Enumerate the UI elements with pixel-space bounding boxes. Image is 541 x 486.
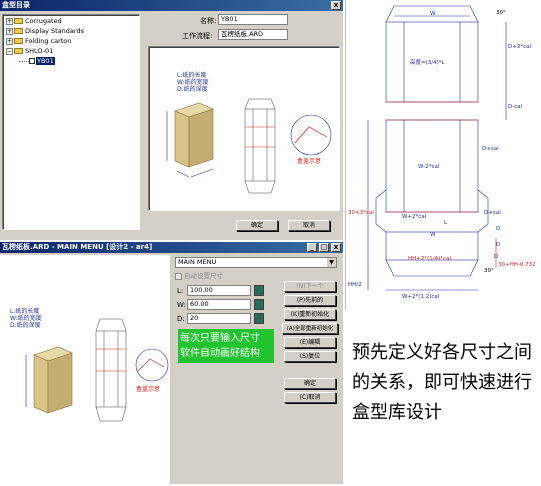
calculator-icon[interactable] bbox=[254, 299, 264, 310]
box-file-icon bbox=[29, 58, 35, 64]
tree-item-display-standards[interactable]: + Display Standards bbox=[6, 26, 84, 36]
minimize-icon[interactable]: _ bbox=[307, 243, 317, 252]
process-field[interactable]: 瓦楞纸板.ARD bbox=[218, 29, 288, 40]
dim-label-angle-top: 30° bbox=[496, 10, 506, 16]
bottom-label-l: L:纸的长度 bbox=[10, 307, 39, 315]
bottom-box-drawing: L:纸的长度 W:纸的宽度 D:纸的深度 盒盖示意 bbox=[10, 307, 169, 422]
preview-label-w: W:纸的宽度 bbox=[177, 78, 209, 86]
dim-label-d-right3: D bbox=[494, 254, 498, 260]
dim-label-hh: HH+2*(1/4)*cal bbox=[408, 256, 451, 262]
field-label-d: D: bbox=[177, 315, 185, 323]
folder-icon bbox=[14, 38, 23, 44]
close-icon[interactable]: x bbox=[331, 1, 341, 10]
dim-label-w-top: W bbox=[430, 11, 436, 17]
confirm-button[interactable]: 确定 bbox=[284, 378, 336, 389]
edit-button[interactable]: (E)编辑 bbox=[284, 337, 336, 348]
tree-item-yb01[interactable]: YB01 bbox=[19, 56, 55, 66]
dim-label-d2cal: D+2*cal bbox=[508, 44, 531, 50]
cancel-button[interactable]: (C)取消 bbox=[284, 392, 336, 403]
box-preview-drawing: L:纸的长度 W:纸的宽度 D:纸的深度 盒盖示意 bbox=[166, 71, 332, 194]
reinitialize-button[interactable]: (K)重新初始化 bbox=[284, 309, 336, 320]
caption-text: 预先定义好各尺寸之间的关系，即可快速进行盒型库设计 bbox=[352, 342, 532, 423]
dim-label-w-bottom: W+2*(1.2)cal bbox=[402, 294, 440, 300]
bottom-label-cap: 盒盖示意 bbox=[136, 385, 160, 393]
length-input[interactable]: 100.00 bbox=[187, 285, 251, 296]
dim-label-w-mid: W bbox=[430, 232, 436, 238]
dim-label-w-2cal: W-2*cal bbox=[418, 164, 440, 170]
top-window-titlebar: 盒型目录 x bbox=[0, 0, 343, 11]
reset-button[interactable]: (S)复位 bbox=[284, 351, 336, 362]
process-label: 工作流程: bbox=[182, 32, 213, 40]
top-window-title: 盒型目录 bbox=[2, 1, 30, 9]
width-input[interactable]: 60.00 bbox=[187, 299, 251, 310]
bottom-window: 瓦楞纸板.ARD - MAIN MENU [设计2 - ar4] _ □ x L… bbox=[0, 242, 343, 484]
ok-button[interactable]: 确定 bbox=[236, 220, 278, 231]
technical-drawing: 30° W D+2*cal 高度=(3/4)*L D-cal D+cal W-2… bbox=[345, 0, 541, 310]
tree-item-folding-carton[interactable]: + Folding carton bbox=[6, 36, 71, 46]
checkbox-icon[interactable] bbox=[175, 272, 182, 280]
folder-icon bbox=[14, 18, 23, 24]
calculator-icon[interactable] bbox=[254, 313, 264, 324]
dim-label-dcal: D-cal bbox=[508, 104, 523, 110]
bottom-window-titlebar: 瓦楞纸板.ARD - MAIN MENU [设计2 - ar4] _ □ x bbox=[0, 242, 343, 253]
close-icon[interactable]: x bbox=[331, 243, 341, 252]
preview-label-l: L:纸的长度 bbox=[177, 71, 206, 79]
folder-icon bbox=[14, 28, 23, 34]
main-menu-select[interactable]: MAIN MENU ▼ bbox=[175, 257, 337, 268]
dim-label-l: L bbox=[444, 220, 448, 226]
next-button[interactable]: (N)下一个 bbox=[284, 281, 336, 292]
preview-area: L:纸的长度 W:纸的宽度 D:纸的深度 盒盖示意 bbox=[148, 46, 340, 211]
bottom-preview-area: L:纸的长度 W:纸的宽度 D:纸的深度 盒盖示意 bbox=[0, 255, 170, 484]
tree-item-corrugated[interactable]: + Corrugated bbox=[6, 16, 62, 26]
tree-item-shlo-01[interactable]: − SHLO-01 bbox=[6, 46, 53, 56]
field-label-l: L: bbox=[177, 287, 184, 295]
preview-label-cap: 盒盖示意 bbox=[297, 157, 321, 165]
dim-label-d-right2: D bbox=[496, 242, 500, 248]
bottom-label-w: W:纸的宽度 bbox=[10, 314, 42, 322]
name-field[interactable]: YB01 bbox=[218, 14, 288, 25]
calculator-icon[interactable] bbox=[254, 285, 264, 296]
reinitialize-all-button[interactable]: (A)全部重新初始化 bbox=[282, 323, 338, 334]
dim-label-30-3cal: 30+3*cal bbox=[348, 210, 374, 216]
dim-label-angle-bottom: 30° bbox=[484, 268, 494, 274]
maximize-icon[interactable]: □ bbox=[319, 243, 329, 252]
bottom-window-title: 瓦楞纸板.ARD - MAIN MENU [设计2 - ar4] bbox=[2, 243, 153, 251]
instruction-note: 每次只要输入尺寸 软件自动画好结构 bbox=[178, 329, 274, 363]
dim-label-d-right: D bbox=[496, 226, 500, 232]
bottom-label-d: D:纸的深度 bbox=[10, 321, 41, 329]
dim-label-dcal-right: D+cal bbox=[484, 210, 501, 216]
depth-input[interactable]: 20 bbox=[187, 313, 251, 324]
field-label-w: W: bbox=[177, 301, 186, 309]
cancel-button[interactable]: 取消 bbox=[288, 220, 330, 231]
folder-open-icon bbox=[14, 48, 23, 54]
dim-label-hh2: HH/2 bbox=[348, 282, 362, 288]
name-label: 名称: bbox=[200, 17, 217, 25]
top-window: 盒型目录 x + Corrugated + Display Standards + F… bbox=[0, 0, 343, 240]
dim-label-height: 高度=(3/4)*L bbox=[410, 58, 446, 66]
auto-size-checkbox[interactable]: 自动设置尺寸 bbox=[175, 270, 223, 280]
note-line-2: 软件自动画好结构 bbox=[180, 348, 260, 359]
preview-label-d: D:纸的深度 bbox=[177, 85, 208, 93]
dim-label-30hh: 30+HH-0.732 bbox=[498, 262, 536, 268]
dim-label-w2cal: W+2*cal bbox=[402, 214, 427, 220]
previous-button[interactable]: (P)先前的 bbox=[284, 295, 336, 306]
dim-label-dpluscal: D+cal bbox=[482, 146, 499, 152]
catalog-tree[interactable]: + Corrugated + Display Standards + Folding … bbox=[2, 14, 140, 230]
chevron-down-icon[interactable]: ▼ bbox=[327, 258, 336, 267]
note-line-1: 每次只要输入尺寸 bbox=[180, 333, 260, 344]
die-line-drawing: 30° W D+2*cal 高度=(3/4)*L D-cal D+cal W-2… bbox=[348, 5, 536, 300]
